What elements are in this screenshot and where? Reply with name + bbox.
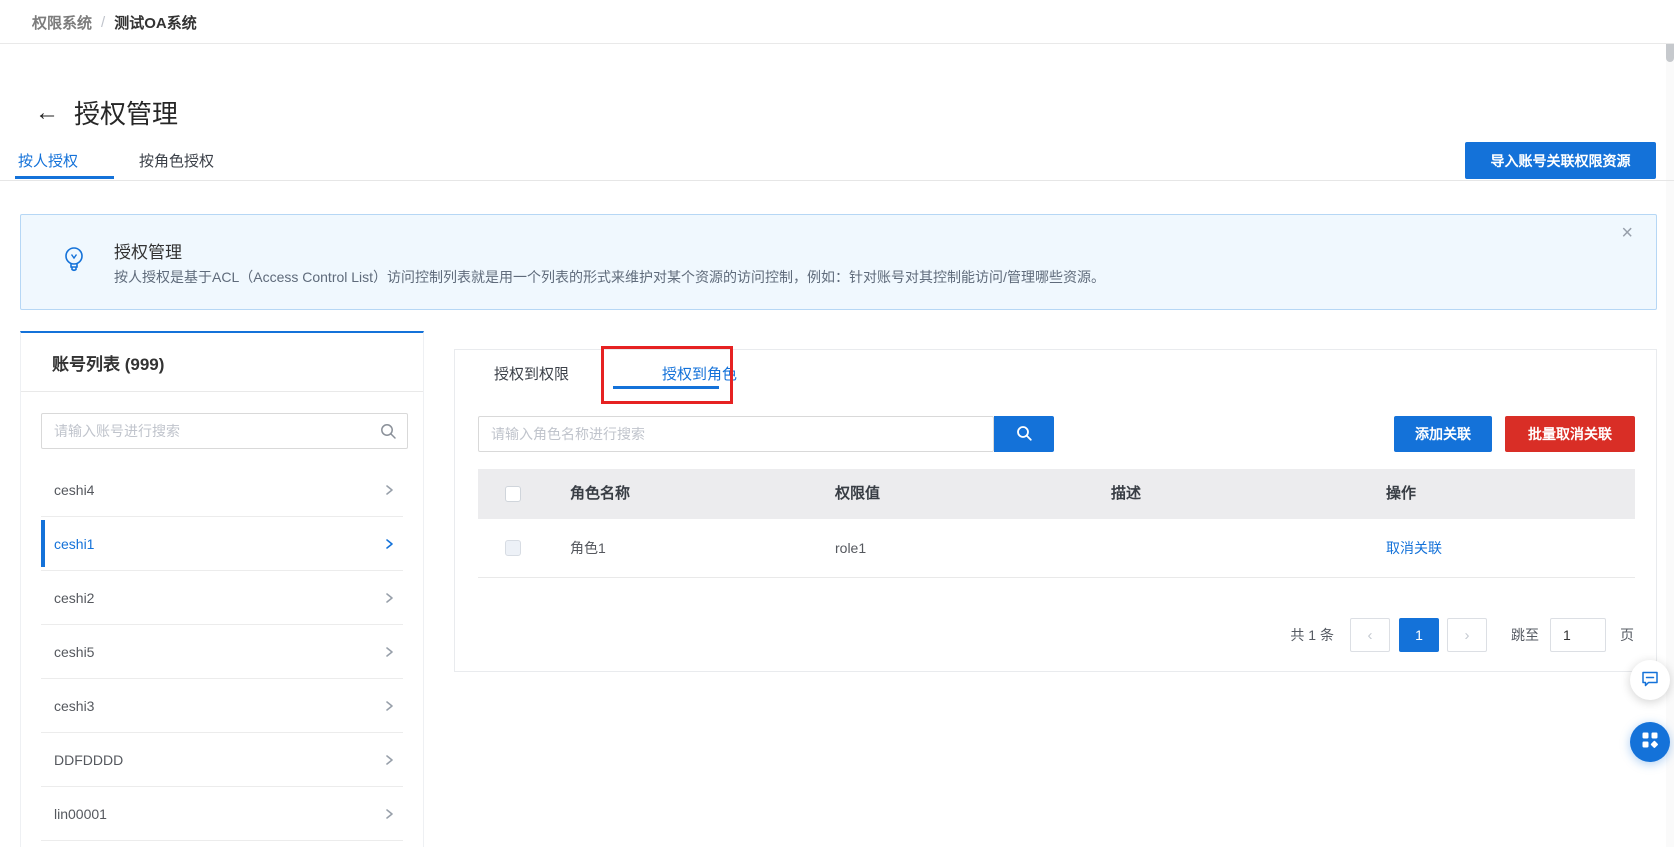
tab-authorize-to-permission[interactable]: 授权到权限	[494, 363, 569, 384]
role-search-input[interactable]	[478, 416, 994, 452]
account-list-item-ceshi2[interactable]: ceshi2	[41, 571, 403, 625]
account-list-item-lin00001[interactable]: lin00001	[41, 787, 403, 841]
column-header-role-name: 角色名称	[570, 485, 631, 502]
main-tabs: 按人授权 按角色授权	[18, 150, 214, 171]
search-icon	[1015, 424, 1033, 445]
scrollbar-track	[1666, 0, 1674, 847]
chevron-right-icon	[383, 754, 395, 766]
breadcrumb: 权限系统 / 测试OA系统	[32, 0, 197, 44]
chevron-left-icon: ‹	[1367, 626, 1373, 644]
chevron-right-icon: ›	[1464, 626, 1470, 644]
column-header-permission-value: 权限值	[835, 485, 881, 502]
account-list-item-ceshi1-selected[interactable]: ceshi1	[41, 517, 403, 571]
jump-page-input[interactable]	[1550, 618, 1606, 652]
account-list-title: 账号列表 (999)	[52, 355, 165, 374]
search-button[interactable]	[994, 416, 1054, 452]
column-header-description: 描述	[1111, 485, 1142, 502]
table-header: 角色名称 权限值 描述 操作	[478, 469, 1635, 519]
breadcrumb-parent[interactable]: 权限系统	[32, 12, 92, 33]
lightbulb-icon	[63, 245, 85, 282]
account-list: ceshi4 ceshi1 ceshi2 ceshi5 ceshi3 DDFDD…	[21, 463, 423, 841]
tab-authorize-by-person[interactable]: 按人授权	[18, 150, 78, 171]
prev-page-button[interactable]: ‹	[1350, 618, 1390, 652]
column-header-action: 操作	[1386, 485, 1417, 502]
active-tab-underline	[613, 386, 719, 389]
select-all-checkbox[interactable]	[505, 486, 521, 502]
banner-title: 授权管理	[114, 243, 182, 262]
chevron-right-icon	[383, 646, 395, 658]
batch-remove-association-button[interactable]: 批量取消关联	[1505, 416, 1635, 452]
info-banner: 授权管理 按人授权是基于ACL（Access Control List）访问控制…	[20, 214, 1657, 310]
chevron-right-icon	[383, 538, 395, 550]
pagination: 共 1 条 ‹ 1 › 跳至 页	[1290, 618, 1634, 652]
feedback-button[interactable]	[1630, 660, 1670, 700]
account-list-item-ceshi3[interactable]: ceshi3	[41, 679, 403, 733]
active-tab-underline	[15, 176, 114, 179]
page-unit-label: 页	[1620, 627, 1634, 643]
apps-button[interactable]	[1630, 722, 1670, 762]
account-list-panel: 账号列表 (999) ceshi4 ceshi1 ceshi2	[20, 331, 424, 847]
breadcrumb-current: 测试OA系统	[114, 14, 197, 32]
title-row: ← 授权管理	[35, 94, 178, 131]
authorization-panel: 授权到权限 授权到角色 添加关联 批量取消关联 角色名称 权限值 描述 操作	[454, 346, 1657, 672]
chat-bubble-icon	[1640, 668, 1660, 693]
tab-authorize-by-role[interactable]: 按角色授权	[139, 150, 214, 171]
panel-divider	[21, 391, 423, 392]
topbar: 权限系统 / 测试OA系统	[0, 0, 1674, 44]
page-button-1[interactable]: 1	[1399, 618, 1439, 652]
close-icon[interactable]: ×	[1621, 223, 1633, 243]
add-association-button[interactable]: 添加关联	[1394, 416, 1492, 452]
app-grid-icon	[1640, 730, 1660, 755]
search-icon	[379, 422, 397, 445]
jump-to-label: 跳至	[1511, 627, 1539, 643]
page: 权限系统 / 测试OA系统 ← 授权管理 按人授权 按角色授权 导入账号关联权限…	[0, 0, 1674, 847]
import-account-permission-button[interactable]: 导入账号关联权限资源	[1465, 142, 1656, 179]
pagination-total: 共 1 条	[1290, 627, 1334, 643]
chevron-right-icon	[383, 700, 395, 712]
account-list-item-ddfdddd[interactable]: DDFDDDD	[41, 733, 403, 787]
row-checkbox[interactable]	[505, 540, 521, 556]
chevron-right-icon	[383, 808, 395, 820]
page-title: 授权管理	[74, 99, 179, 129]
remove-association-link[interactable]: 取消关联	[1386, 519, 1442, 578]
table-row: 角色1 role1 取消关联	[478, 519, 1635, 578]
authorization-tabs: 授权到权限 授权到角色	[494, 363, 737, 384]
next-page-button[interactable]: ›	[1447, 618, 1487, 652]
tab-authorize-to-role[interactable]: 授权到角色	[662, 363, 737, 384]
account-search-input[interactable]	[41, 413, 408, 449]
account-list-item-ceshi4[interactable]: ceshi4	[41, 463, 403, 517]
breadcrumb-separator: /	[101, 13, 106, 31]
tabs-divider	[0, 180, 1674, 181]
banner-description: 按人授权是基于ACL（Access Control List）访问控制列表就是用…	[114, 269, 1105, 285]
account-list-item-ceshi5[interactable]: ceshi5	[41, 625, 403, 679]
chevron-right-icon	[383, 592, 395, 604]
cell-permission-value: role1	[835, 540, 867, 556]
chevron-right-icon	[383, 484, 395, 496]
cell-role-name: 角色1	[570, 540, 606, 556]
back-arrow-icon[interactable]: ←	[35, 100, 59, 125]
